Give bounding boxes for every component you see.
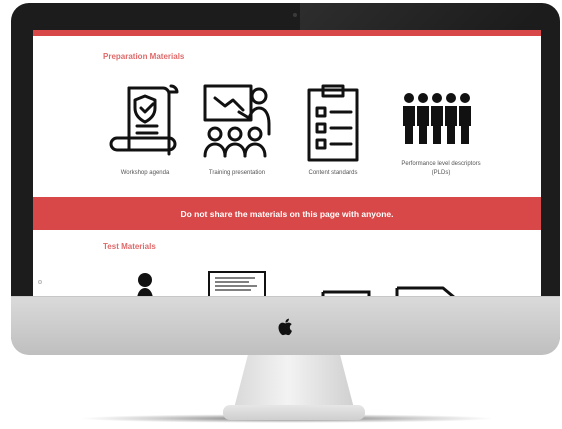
- plds-label: (PLDs): [431, 170, 451, 176]
- test-material-item-3[interactable]: [319, 270, 373, 296]
- person-icon: [133, 270, 157, 296]
- workshop-agenda-link[interactable]: Workshop agenda: [95, 78, 195, 188]
- performance-level-descriptors-link[interactable]: Performance level descriptors (PLDs): [381, 78, 501, 188]
- imac-mockup: Preparation Materials Workshop agenda Tr…: [0, 0, 562, 429]
- training-presentation-label: Training presentation: [208, 170, 266, 176]
- document-scroll-shield-icon: [107, 78, 187, 166]
- laptop-icon: [319, 286, 373, 296]
- text-document-icon: [207, 270, 267, 296]
- confidential-warning-text: Do not share the materials on this page …: [180, 208, 394, 219]
- test-materials-heading: Test Materials: [103, 242, 156, 251]
- presenter-with-audience-icon: [197, 78, 279, 166]
- folded-page-icon: [393, 282, 463, 296]
- performance-level-descriptors-label: Performance level descriptors: [401, 161, 481, 167]
- workshop-agenda-label: Workshop agenda: [120, 170, 170, 176]
- test-material-item-2[interactable]: [207, 270, 267, 296]
- test-material-item-1[interactable]: [133, 270, 157, 296]
- confidential-warning-banner: Do not share the materials on this page …: [33, 197, 541, 230]
- apple-logo-icon: [275, 316, 297, 338]
- camera-icon: [293, 13, 297, 17]
- top-accent-bar: [33, 30, 541, 36]
- people-group-icon: [397, 88, 487, 158]
- training-presentation-link[interactable]: Training presentation: [185, 78, 289, 188]
- clipboard-checklist-icon: [301, 78, 365, 166]
- content-standards-link[interactable]: Content standards: [281, 78, 385, 188]
- content-standards-label: Content standards: [308, 170, 358, 176]
- test-materials-row: [33, 270, 541, 296]
- monitor-stand-foot: [223, 405, 365, 420]
- preparation-materials-heading: Preparation Materials: [103, 52, 185, 61]
- test-material-item-4[interactable]: [393, 270, 463, 296]
- screen: Preparation Materials Workshop agenda Tr…: [33, 30, 541, 296]
